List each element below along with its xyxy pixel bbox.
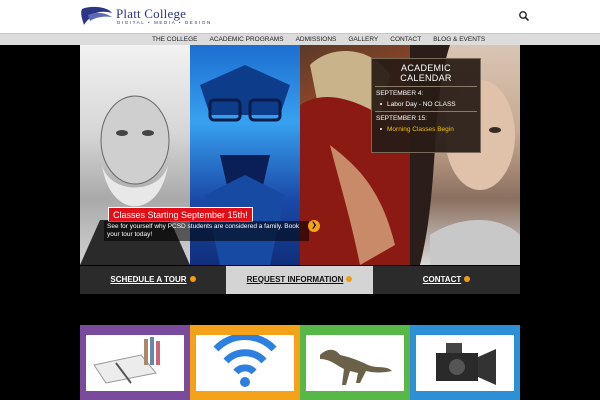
calendar-event: Morning Classes Begin — [372, 126, 480, 133]
calendar-event-text: Morning Classes Begin — [387, 126, 454, 133]
schedule-tour-button[interactable]: SCHEDULE A TOUR — [80, 266, 226, 294]
request-information-label: REQUEST INFORMATION — [246, 275, 344, 284]
academic-calendar: ACADEMIC CALENDAR SEPTEMBER 4: Labor Day… — [371, 58, 481, 153]
hero-banner[interactable]: Classes Starting September 15th! — [108, 207, 253, 222]
program-tile-wifi[interactable] — [190, 325, 300, 400]
tile-image — [306, 335, 404, 391]
arrow-circle-icon — [346, 275, 353, 282]
program-tile-film[interactable] — [410, 325, 520, 400]
page: Platt College DIGITAL • MEDIA • DESIGN T… — [0, 0, 600, 400]
logo-mark-icon — [81, 6, 112, 25]
program-tiles — [80, 325, 520, 400]
calendar-date: SEPTEMBER 4: — [376, 90, 424, 97]
drafting-tools-icon — [93, 337, 160, 384]
logo[interactable]: Platt College DIGITAL • MEDIA • DESIGN — [80, 5, 210, 29]
search-icon[interactable] — [518, 10, 530, 22]
calendar-divider — [375, 111, 477, 112]
calendar-event: Labor Day - NO CLASS — [372, 101, 480, 108]
chevron-right-icon[interactable]: ❯ — [308, 220, 320, 232]
wifi-icon — [213, 333, 277, 387]
calendar-title-line1: ACADEMIC — [401, 63, 451, 73]
site-header: Platt College DIGITAL • MEDIA • DESIGN — [0, 0, 600, 33]
calendar-title-line2: CALENDAR — [400, 73, 452, 83]
calendar-date: SEPTEMBER 15: — [376, 115, 427, 122]
calendar-event-text: Labor Day - NO CLASS — [387, 101, 456, 108]
main-nav: THE COLLEGE ACADEMIC PROGRAMS ADMISSIONS… — [0, 33, 600, 45]
program-tile-design[interactable] — [80, 325, 190, 400]
dinosaur-icon — [320, 349, 392, 385]
tile-image — [416, 335, 514, 391]
arrow-circle-icon — [189, 275, 196, 282]
schedule-tour-label: SCHEDULE A TOUR — [110, 275, 187, 284]
video-camera-icon — [436, 343, 496, 385]
logo-subtitle: DIGITAL • MEDIA • DESIGN — [117, 20, 212, 25]
tile-image — [196, 333, 294, 391]
contact-button[interactable]: CONTACT — [373, 266, 520, 294]
calendar-divider — [375, 86, 477, 87]
hero-caption: See for yourself why PCSD students are c… — [104, 221, 309, 241]
contact-label: CONTACT — [422, 275, 462, 284]
tile-image — [86, 335, 184, 391]
request-information-button[interactable]: REQUEST INFORMATION — [226, 266, 373, 294]
cta-row: SCHEDULE A TOUR REQUEST INFORMATION CONT… — [80, 266, 520, 294]
program-tile-animation[interactable] — [300, 325, 410, 400]
arrow-circle-icon — [464, 275, 471, 282]
